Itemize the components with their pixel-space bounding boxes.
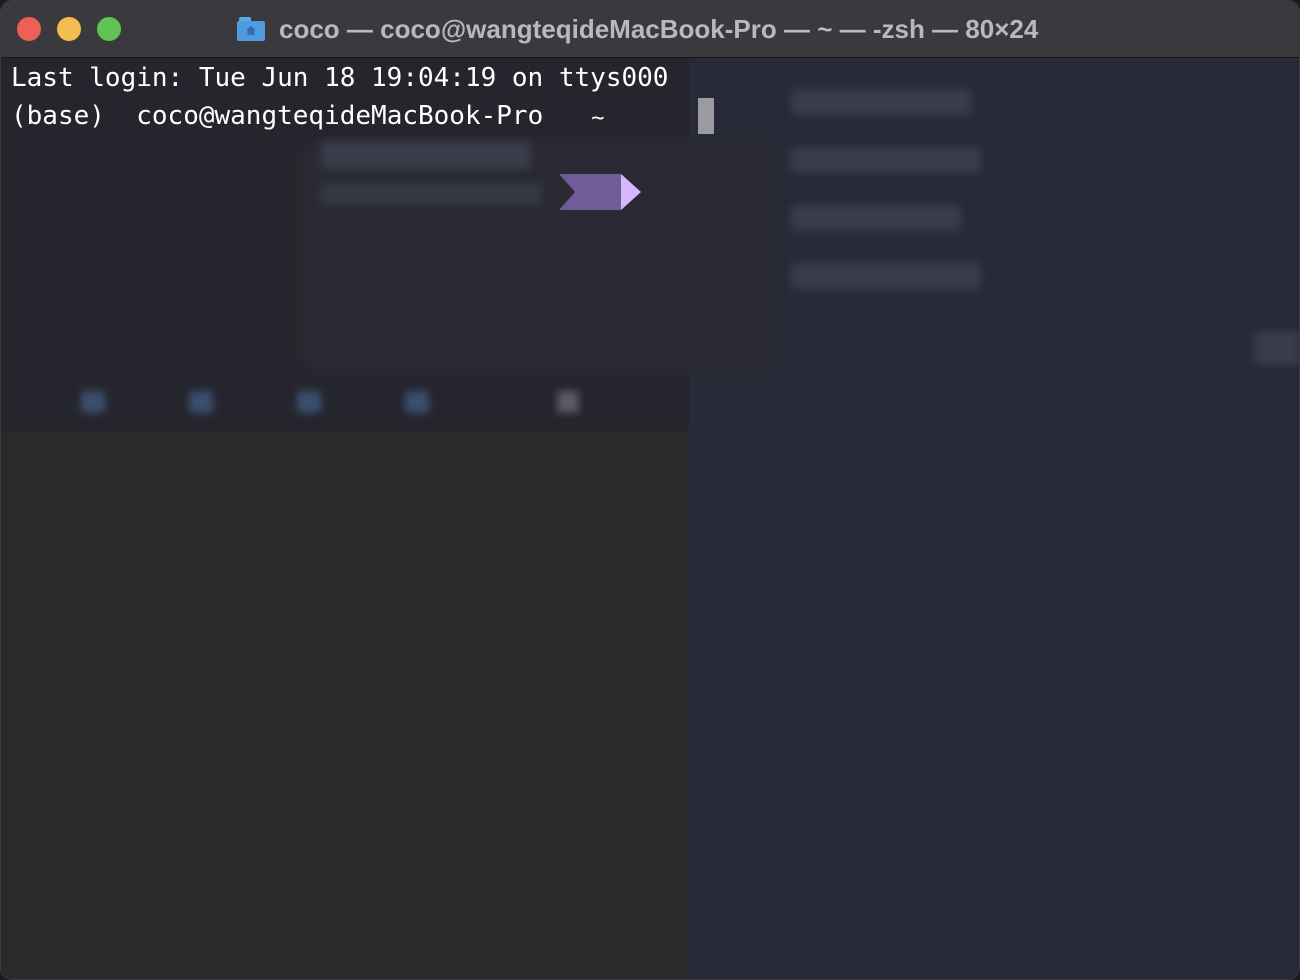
prompt-arrow-icon <box>559 174 642 210</box>
prompt-line: (base) coco@wangteqideMacBook-Pro ~ <box>11 97 715 210</box>
text-cursor <box>698 98 715 134</box>
cwd-segment: ~ <box>559 98 684 210</box>
terminal-content[interactable]: Last login: Tue Jun 18 19:04:19 on ttys0… <box>1 57 1299 979</box>
zoom-button[interactable] <box>97 17 121 41</box>
conda-env-label: (base) <box>11 101 105 131</box>
window-title-text: coco — coco@wangteqideMacBook-Pro — ~ — … <box>279 13 1039 44</box>
home-folder-icon <box>237 17 267 41</box>
user-host-label: coco@wangteqideMacBook-Pro <box>136 101 544 131</box>
cwd-label: ~ <box>591 106 605 131</box>
window-title: coco — coco@wangteqideMacBook-Pro — ~ — … <box>237 11 1038 47</box>
close-button[interactable] <box>17 17 41 41</box>
title-bar[interactable]: coco — coco@wangteqideMacBook-Pro — ~ — … <box>1 1 1299 58</box>
minimize-button[interactable] <box>57 17 81 41</box>
last-login-line: Last login: Tue Jun 18 19:04:19 on ttys0… <box>11 63 669 93</box>
terminal-window: coco — coco@wangteqideMacBook-Pro — ~ — … <box>0 0 1300 980</box>
